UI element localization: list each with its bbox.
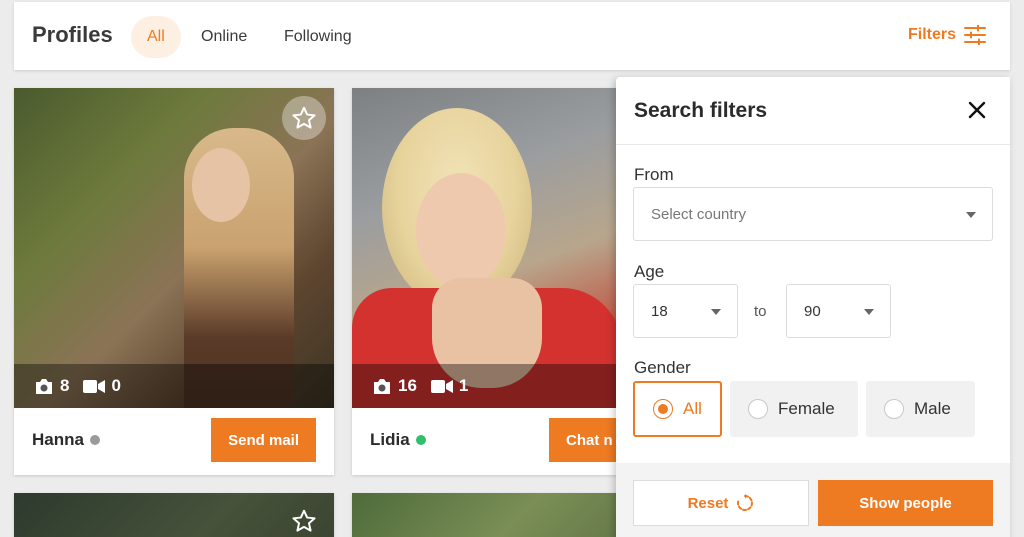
from-label: From xyxy=(634,165,674,184)
profile-name: Lidia xyxy=(370,430,410,449)
tab-online[interactable]: Online xyxy=(185,16,263,58)
send-mail-button[interactable]: Send mail xyxy=(211,418,316,462)
camera-icon xyxy=(36,378,52,394)
photo-count: 16 xyxy=(398,376,417,395)
online-status-dot xyxy=(415,435,426,445)
age-from-value: 18 xyxy=(651,302,668,320)
camera-icon xyxy=(374,378,390,394)
country-select[interactable]: Select country xyxy=(633,187,993,241)
filters-label: Filters xyxy=(907,26,956,43)
profile-photo[interactable]: 8 0 xyxy=(14,88,334,408)
page-title: Profiles xyxy=(32,22,113,47)
profile-name-row: Lidia xyxy=(370,430,426,450)
country-placeholder: Select country xyxy=(651,205,747,223)
panel-footer: Reset Show people xyxy=(616,463,1010,537)
show-people-button[interactable]: Show people xyxy=(818,480,993,526)
favorite-star-button[interactable] xyxy=(288,505,320,537)
reset-button[interactable]: Reset xyxy=(633,480,809,526)
profile-card[interactable] xyxy=(14,493,334,537)
star-icon xyxy=(292,106,316,129)
panel-title: Search filters xyxy=(634,99,768,122)
radio-button[interactable] xyxy=(653,399,673,419)
gender-option-label: All xyxy=(683,399,702,418)
video-camera-icon xyxy=(83,379,106,393)
age-to-text: to xyxy=(754,303,767,320)
profile-name: Hanna xyxy=(32,430,84,449)
close-button[interactable] xyxy=(964,97,990,123)
filters-button[interactable]: Filters xyxy=(908,25,986,45)
profile-photo[interactable] xyxy=(14,493,334,537)
gender-label: Gender xyxy=(634,358,691,377)
profiles-header: Profiles All Online Following Filters xyxy=(14,2,1010,70)
reset-icon xyxy=(737,494,754,511)
media-counts: 8 0 xyxy=(14,364,334,408)
close-icon xyxy=(968,101,986,119)
reset-label: Reset xyxy=(687,494,729,512)
age-label: Age xyxy=(634,262,665,281)
gender-option-all[interactable]: All xyxy=(633,381,722,437)
video-camera-icon xyxy=(430,379,453,393)
age-to-select[interactable]: 90 xyxy=(786,284,891,338)
video-count: 1 xyxy=(458,376,469,395)
radio-button[interactable] xyxy=(884,399,904,419)
age-from-select[interactable]: 18 xyxy=(633,284,738,338)
photo-count: 8 xyxy=(60,376,70,395)
favorite-star-button[interactable] xyxy=(282,96,326,140)
tab-all[interactable]: All xyxy=(131,16,181,58)
gender-option-female[interactable]: Female xyxy=(730,381,858,437)
gender-option-label: Female xyxy=(778,399,835,418)
sliders-icon xyxy=(964,25,986,45)
radio-button[interactable] xyxy=(748,399,768,419)
chevron-down-icon xyxy=(966,212,976,218)
profile-card[interactable]: 8 0 Hanna Send mail xyxy=(14,88,334,475)
panel-header: Search filters xyxy=(616,77,1010,145)
gender-option-label: Male xyxy=(914,399,951,418)
gender-option-male[interactable]: Male xyxy=(866,381,975,437)
tab-following[interactable]: Following xyxy=(268,16,368,58)
video-count: 0 xyxy=(111,376,121,395)
chevron-down-icon xyxy=(864,309,874,315)
star-icon xyxy=(292,509,316,532)
age-to-value: 90 xyxy=(804,302,821,320)
offline-status-dot xyxy=(89,435,100,445)
profile-name-row: Hanna xyxy=(32,430,100,450)
search-filters-panel: Search filters From Select country Age 1… xyxy=(616,77,1010,537)
chevron-down-icon xyxy=(711,309,721,315)
